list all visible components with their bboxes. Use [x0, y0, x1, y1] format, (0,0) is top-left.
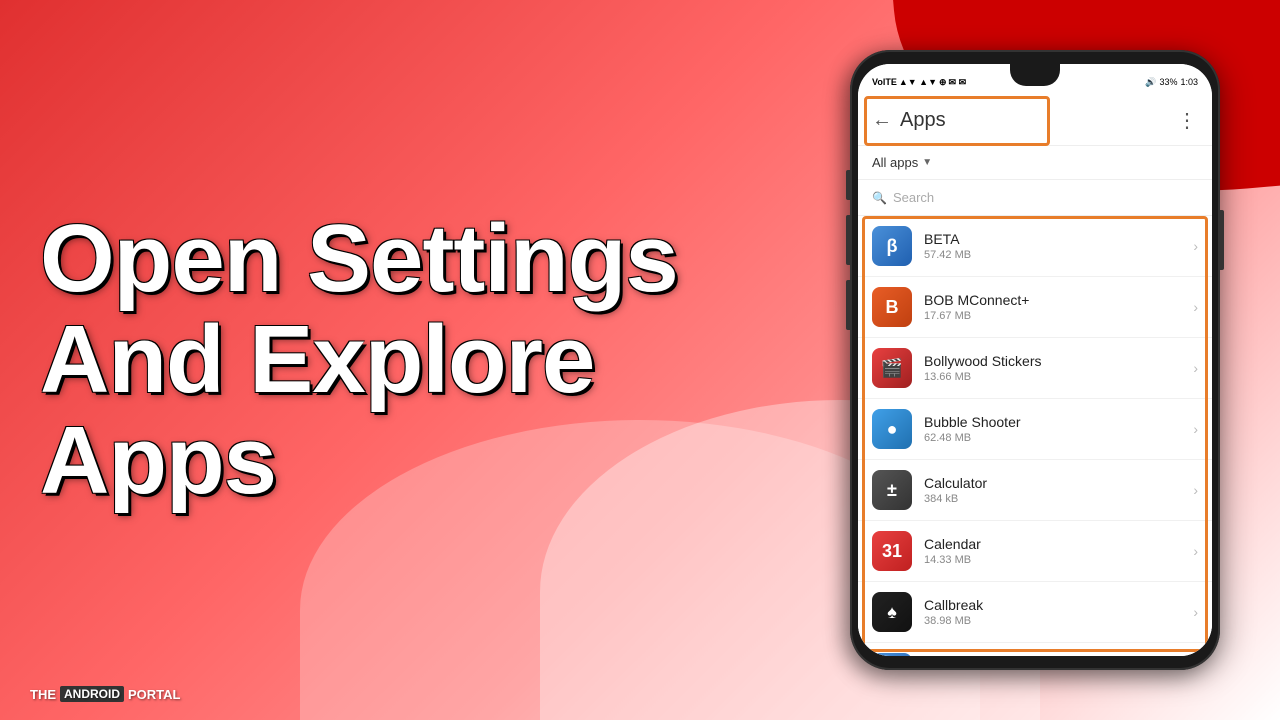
app-size: 38.98 MB	[924, 615, 1193, 627]
chevron-right-icon: ›	[1193, 604, 1198, 620]
app-size: 62.48 MB	[924, 432, 1193, 444]
filter-label: All apps	[872, 155, 918, 170]
status-time: 1:03	[1180, 77, 1198, 87]
app-list-item[interactable]: 📷Camera69.63 MB›	[858, 643, 1212, 656]
app-icon: B	[872, 287, 912, 327]
app-info: Calendar 14.33 MB	[924, 536, 1193, 566]
search-bar[interactable]: 🔍 Search	[858, 180, 1212, 216]
phone-vol-up-button	[846, 215, 850, 265]
chevron-right-icon: ›	[1193, 238, 1198, 254]
chevron-right-icon: ›	[1193, 482, 1198, 498]
search-placeholder: Search	[893, 190, 934, 205]
app-name: Bollywood Stickers	[924, 353, 1193, 369]
app-list-item[interactable]: ♠ Callbreak 38.98 MB›	[858, 582, 1212, 643]
status-left: VolTE ▲▼ ▲▼ ⊕ ✉ ✉	[872, 77, 966, 88]
status-wifi: ⊕	[939, 77, 947, 88]
app-size: 57.42 MB	[924, 249, 1193, 261]
app-info: BETA 57.42 MB	[924, 231, 1193, 261]
app-icon: ±	[872, 470, 912, 510]
app-list-item[interactable]: β BETA 57.42 MB›	[858, 216, 1212, 277]
phone-power-button	[1220, 210, 1224, 270]
chevron-right-icon: ›	[1193, 360, 1198, 376]
app-icon: 31	[872, 531, 912, 571]
app-name: BETA	[924, 231, 1193, 247]
chevron-right-icon: ›	[1193, 421, 1198, 437]
app-size: 13.66 MB	[924, 371, 1193, 383]
chevron-right-icon: ›	[1193, 299, 1198, 315]
app-icon: ●	[872, 409, 912, 449]
app-info: BOB MConnect+ 17.67 MB	[924, 292, 1193, 322]
app-info: Calculator 384 kB	[924, 475, 1193, 505]
status-signal: ▲▼ ▲▼	[899, 77, 937, 87]
app-size: 14.33 MB	[924, 554, 1193, 566]
app-info: Bollywood Stickers 13.66 MB	[924, 353, 1193, 383]
phone-vol-down-button	[846, 280, 850, 330]
search-icon: 🔍	[872, 191, 887, 205]
app-name: Calendar	[924, 536, 1193, 552]
title-line2: And Explore Apps	[40, 310, 740, 512]
watermark-brand: ANDROID	[60, 686, 124, 702]
phone-body: VolTE ▲▼ ▲▼ ⊕ ✉ ✉ 🔊 33% 1:03 ← Apps ⋮	[850, 50, 1220, 670]
app-bar-title: Apps	[900, 109, 1177, 132]
watermark-prefix: THE	[30, 687, 56, 702]
title-line1: Open Settings	[40, 209, 740, 310]
phone-screen: VolTE ▲▼ ▲▼ ⊕ ✉ ✉ 🔊 33% 1:03 ← Apps ⋮	[858, 64, 1212, 656]
app-name: Callbreak	[924, 597, 1193, 613]
status-battery: 33%	[1159, 77, 1177, 87]
more-options-button[interactable]: ⋮	[1177, 108, 1198, 133]
filter-dropdown-arrow: ▼	[922, 157, 932, 168]
filter-row[interactable]: All apps ▼	[858, 146, 1212, 180]
status-carrier: VolTE	[872, 77, 897, 87]
app-name: Bubble Shooter	[924, 414, 1193, 430]
app-icon: ♠	[872, 592, 912, 632]
phone-container: VolTE ▲▼ ▲▼ ⊕ ✉ ✉ 🔊 33% 1:03 ← Apps ⋮	[850, 50, 1220, 670]
main-title: Open Settings And Explore Apps	[40, 209, 740, 511]
app-list-item[interactable]: 🎬 Bollywood Stickers 13.66 MB›	[858, 338, 1212, 399]
watermark: THE ANDROID PORTAL	[30, 686, 180, 702]
app-list: βBETA57.42 MB›BBOB MConnect+17.67 MB›🎬Bo…	[858, 216, 1212, 656]
app-list-item[interactable]: ● Bubble Shooter 62.48 MB›	[858, 399, 1212, 460]
phone-btn-left-1	[846, 170, 850, 200]
app-list-item[interactable]: 31 Calendar 14.33 MB›	[858, 521, 1212, 582]
status-msg: ✉ ✉	[949, 77, 967, 88]
app-info: Callbreak 38.98 MB	[924, 597, 1193, 627]
app-name: BOB MConnect+	[924, 292, 1193, 308]
app-bar: ← Apps ⋮	[858, 96, 1212, 146]
app-icon: β	[872, 226, 912, 266]
app-list-item[interactable]: ± Calculator 384 kB›	[858, 460, 1212, 521]
app-size: 384 kB	[924, 493, 1193, 505]
app-icon: 🎬	[872, 348, 912, 388]
app-list-item[interactable]: B BOB MConnect+ 17.67 MB›	[858, 277, 1212, 338]
chevron-right-icon: ›	[1193, 543, 1198, 559]
phone-notch	[1010, 64, 1060, 86]
status-sound: 🔊	[1145, 77, 1156, 88]
app-icon: 📷	[872, 653, 912, 656]
app-size: 17.67 MB	[924, 310, 1193, 322]
left-text-block: Open Settings And Explore Apps	[40, 209, 740, 511]
status-right: 🔊 33% 1:03	[1145, 77, 1198, 88]
watermark-suffix: PORTAL	[128, 687, 180, 702]
back-button[interactable]: ←	[872, 109, 892, 132]
app-info: Bubble Shooter 62.48 MB	[924, 414, 1193, 444]
app-name: Calculator	[924, 475, 1193, 491]
